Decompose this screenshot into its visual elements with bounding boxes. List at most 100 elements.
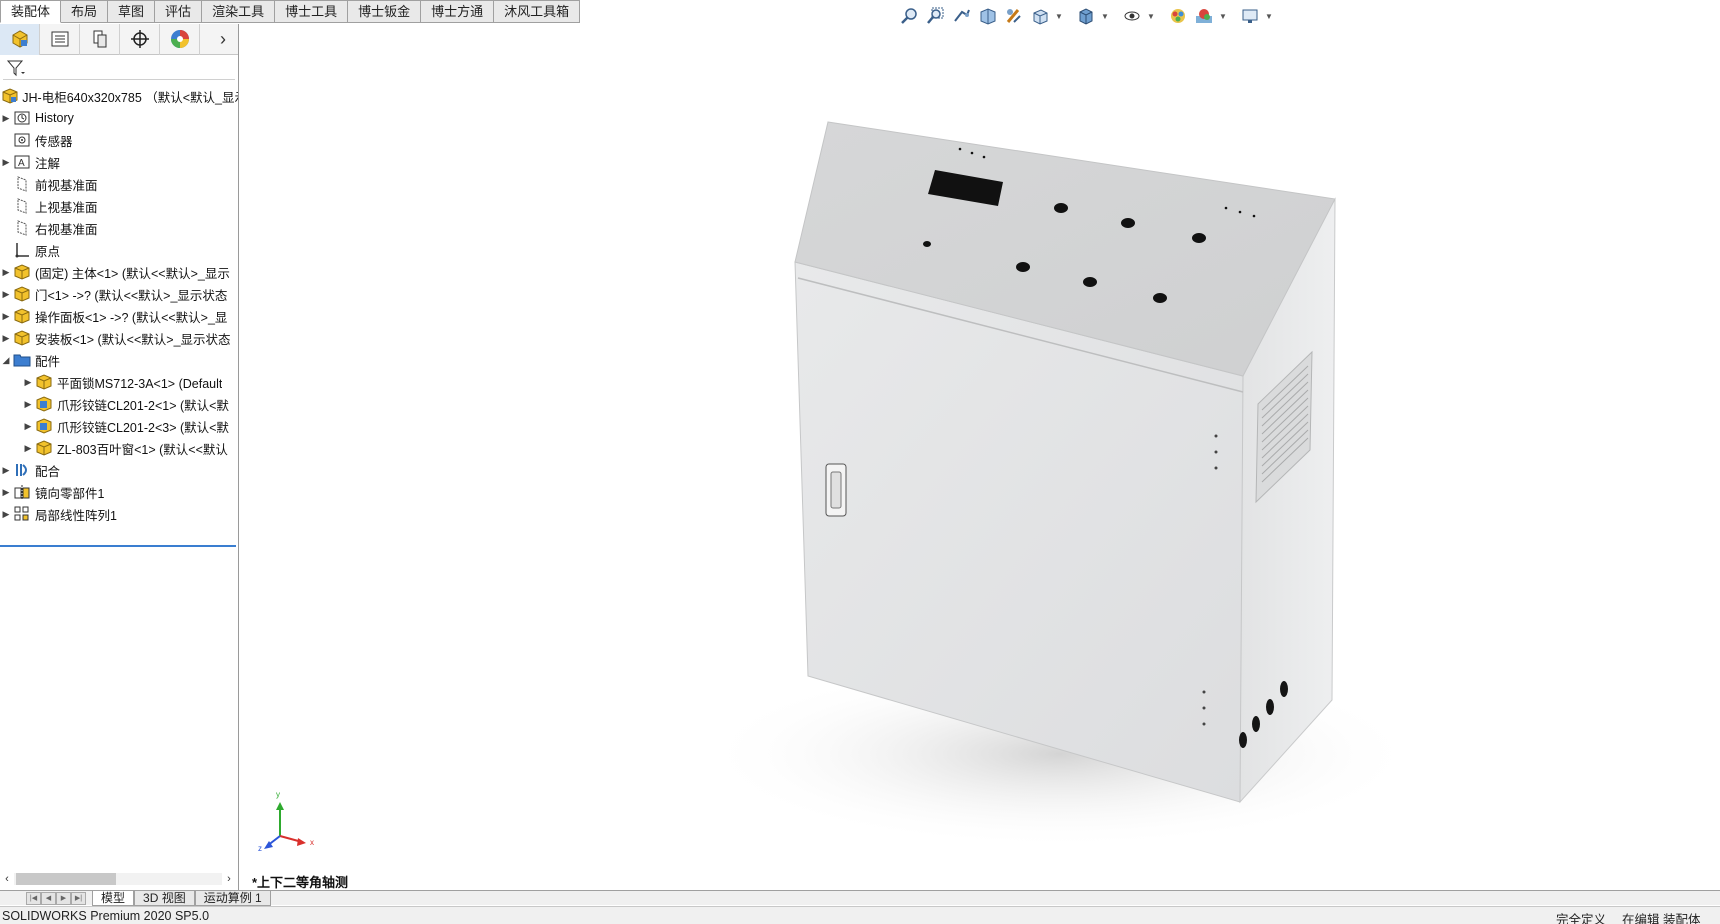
tree-item-mates[interactable]: ▶ 配合 xyxy=(0,459,238,481)
expand-arrow-icon[interactable]: ▶ xyxy=(0,113,12,124)
expand-arrow-icon[interactable]: ▶ xyxy=(0,465,12,476)
coordinate-triad[interactable] xyxy=(264,802,306,849)
expand-arrow-icon[interactable]: ▶ xyxy=(0,509,12,520)
expand-arrow-icon[interactable]: ▶ xyxy=(0,157,12,168)
horizontal-scrollbar[interactable]: ‹ › xyxy=(0,870,236,887)
chevron-right-icon[interactable]: › xyxy=(208,24,238,55)
chevron-down-icon[interactable]: ▼ xyxy=(1218,12,1228,21)
subassembly-icon xyxy=(34,438,54,458)
chevron-down-icon[interactable]: ▼ xyxy=(1054,12,1064,21)
subassembly-icon xyxy=(12,306,32,326)
first-tab-icon[interactable]: |◀ xyxy=(26,891,41,905)
plane-icon xyxy=(12,174,32,194)
tree-item-louver[interactable]: ▶ ZL-803百叶窗<1> (默认<<默认 xyxy=(0,437,238,459)
tab-motion-study[interactable]: 运动算例 1 xyxy=(194,890,271,906)
tab-3d-views[interactable]: 3D 视图 xyxy=(134,890,195,906)
subassembly-icon xyxy=(34,372,54,392)
svg-text:A: A xyxy=(18,158,25,169)
sensor-icon xyxy=(12,130,32,150)
property-list-icon xyxy=(51,31,68,47)
triad-z-label: z xyxy=(258,844,262,853)
scroll-right-icon[interactable]: › xyxy=(222,873,236,885)
tree-item-origin[interactable]: 原点 xyxy=(0,239,238,261)
tree-item-door[interactable]: ▶ 门<1> ->? (默认<<默认>_显示状态 xyxy=(0,283,238,305)
configuration-icon xyxy=(93,30,106,48)
collapse-arrow-icon[interactable]: ◢ xyxy=(0,355,12,366)
configuration-manager-tab[interactable] xyxy=(80,24,120,55)
prev-tab-icon[interactable]: ◀ xyxy=(41,891,56,905)
plane-icon xyxy=(12,196,32,216)
expand-arrow-icon[interactable]: ▶ xyxy=(0,311,12,322)
history-icon xyxy=(12,108,32,128)
tab-doctor-sheetmetal[interactable]: 博士钣金 xyxy=(348,0,422,23)
display-manager-tab[interactable] xyxy=(160,24,200,55)
tree-item-operation-panel[interactable]: ▶ 操作面板<1> ->? (默认<<默认>_显 xyxy=(0,305,238,327)
tab-layout[interactable]: 布局 xyxy=(61,0,109,23)
scroll-track[interactable] xyxy=(14,872,222,885)
electrical-cabinet-model[interactable] xyxy=(240,24,1720,890)
property-manager-tab[interactable] xyxy=(40,24,80,55)
tree-item-sensors[interactable]: 传感器 xyxy=(0,129,238,151)
assembly-icon xyxy=(0,86,19,106)
tree-item-front-plane[interactable]: 前视基准面 xyxy=(0,173,238,195)
chevron-down-icon[interactable]: ▼ xyxy=(1146,12,1156,21)
chevron-down-icon[interactable]: ▼ xyxy=(1264,12,1274,21)
scroll-thumb[interactable] xyxy=(16,872,116,885)
tab-sketch[interactable]: 草图 xyxy=(108,0,156,23)
expand-arrow-icon[interactable]: ▶ xyxy=(0,289,12,300)
scroll-left-icon[interactable]: ‹ xyxy=(0,873,14,885)
graphics-viewport[interactable]: y x z xyxy=(240,24,1720,890)
tree-filter[interactable] xyxy=(3,56,235,80)
tree-item-hinge-1[interactable]: ▶ 爪形铰链CL201-2<1> (默认<默 xyxy=(0,393,238,415)
tree-item-main-body[interactable]: ▶ (固定) 主体<1> (默认<<默认>_显示 xyxy=(0,261,238,283)
status-definition: 完全定义 xyxy=(1556,913,1607,924)
expand-arrow-icon[interactable]: ▶ xyxy=(22,443,34,454)
part-icon xyxy=(34,416,54,436)
tree-item-history[interactable]: ▶ History xyxy=(0,107,238,129)
expand-arrow-icon[interactable]: ▶ xyxy=(0,333,12,344)
next-tab-icon[interactable]: ▶ xyxy=(56,891,71,905)
tree-item-right-plane[interactable]: 右视基准面 xyxy=(0,217,238,239)
tree-item-top-plane[interactable]: 上视基准面 xyxy=(0,195,238,217)
plane-icon xyxy=(12,218,32,238)
feature-manager-tab[interactable] xyxy=(0,24,40,55)
part-icon xyxy=(34,394,54,414)
tree-item-hinge-3[interactable]: ▶ 爪形铰链CL201-2<3> (默认<默 xyxy=(0,415,238,437)
tab-doctor-tools[interactable]: 博士工具 xyxy=(275,0,349,23)
tab-navigation: |◀ ◀ ▶ ▶| xyxy=(26,891,86,905)
status-edit-mode: 在编辑 装配体 xyxy=(1622,913,1701,924)
tab-render-tools[interactable]: 渲染工具 xyxy=(202,0,276,23)
tab-model[interactable]: 模型 xyxy=(92,890,135,906)
expand-arrow-icon[interactable]: ▶ xyxy=(22,377,34,388)
tab-mufeng-toolbox[interactable]: 沐风工具箱 xyxy=(494,0,581,23)
tree-root-assembly[interactable]: JH-电柜640x320x785 （默认<默认_显示 xyxy=(0,85,239,107)
tree-item-annotations[interactable]: ▶ A 注解 xyxy=(0,151,238,173)
tree-item-linear-pattern[interactable]: ▶ 局部线性阵列1 xyxy=(0,503,238,525)
origin-icon xyxy=(12,240,32,260)
tab-evaluate[interactable]: 评估 xyxy=(155,0,203,23)
tree-item-mirror-components[interactable]: ▶ 镜向零部件1 xyxy=(0,481,238,503)
expand-arrow-icon[interactable]: ▶ xyxy=(22,399,34,410)
status-bar: SOLIDWORKS Premium 2020 SP5.0 完全定义 在编辑 装… xyxy=(0,906,1720,924)
annotation-icon: A xyxy=(12,152,32,172)
tab-assembly[interactable]: 装配体 xyxy=(0,0,62,23)
mates-icon xyxy=(12,460,32,480)
tree-item-accessories-folder[interactable]: ◢ 配件 xyxy=(0,349,238,371)
tab-doctor-tube[interactable]: 博士方通 xyxy=(421,0,495,23)
expand-arrow-icon[interactable]: ▶ xyxy=(22,421,34,432)
expand-arrow-icon[interactable]: ▶ xyxy=(0,267,12,278)
tree-root-label: JH-电柜640x320x785 （默认<默认_显示 xyxy=(22,90,239,105)
dimxpert-manager-tab[interactable] xyxy=(120,24,160,55)
status-app-name: SOLIDWORKS Premium 2020 SP5.0 xyxy=(2,909,210,923)
view-orientation-label: *上下二等角轴测 xyxy=(252,875,349,890)
tree-item-mounting-plate[interactable]: ▶ 安装板<1> (默认<<默认>_显示状态 xyxy=(0,327,238,349)
chevron-down-icon[interactable]: ▼ xyxy=(1100,12,1110,21)
tree-rollback-bar[interactable] xyxy=(0,545,236,547)
subassembly-icon xyxy=(12,262,32,282)
bottom-tab-bar: |◀ ◀ ▶ ▶| 模型 3D 视图 运动算例 1 xyxy=(0,890,1720,906)
feature-manager-panel: › JH-电柜640x320x785 （默认<默认_显示 ▶ History 传… xyxy=(0,24,239,890)
tree-item-flat-lock[interactable]: ▶ 平面锁MS712-3A<1> (Default xyxy=(0,371,238,393)
subassembly-icon xyxy=(12,328,32,348)
expand-arrow-icon[interactable]: ▶ xyxy=(0,487,12,498)
last-tab-icon[interactable]: ▶| xyxy=(71,891,86,905)
